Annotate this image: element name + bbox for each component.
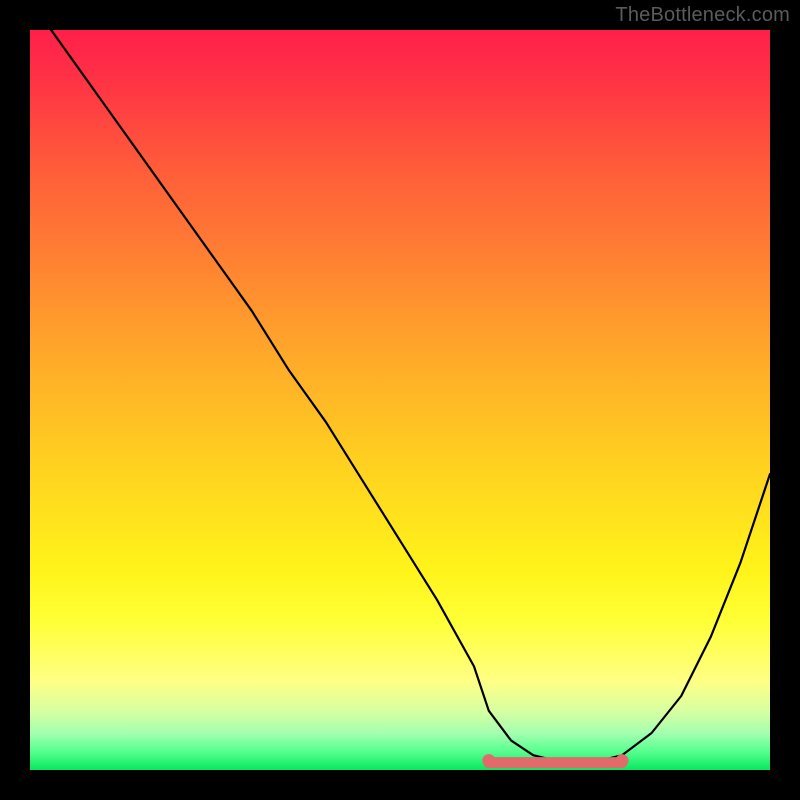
optimal-range-dot-right <box>616 754 629 767</box>
watermark-text: TheBottleneck.com <box>615 4 790 27</box>
chart-stage: TheBottleneck.com <box>0 0 800 800</box>
optimal-range-dot-left <box>482 754 495 767</box>
chart-svg <box>0 0 800 800</box>
bottleneck-curve <box>30 0 770 762</box>
